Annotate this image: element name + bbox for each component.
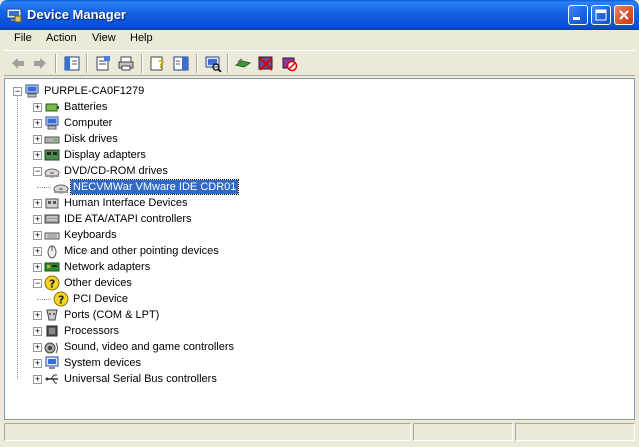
forward-arrow-icon[interactable] bbox=[31, 55, 49, 72]
usb-icon bbox=[45, 374, 58, 384]
unknown-device-icon: ? bbox=[44, 275, 60, 291]
minimize-icon bbox=[573, 17, 580, 20]
toolbar-separator bbox=[196, 54, 198, 73]
tree-item-label[interactable]: Computer bbox=[62, 116, 114, 130]
expand-icon[interactable]: + bbox=[33, 199, 42, 208]
tree-connector bbox=[37, 299, 51, 300]
expand-icon[interactable]: + bbox=[33, 311, 42, 320]
tree-item-label[interactable]: Keyboards bbox=[62, 228, 119, 242]
system-device-icon bbox=[45, 356, 59, 369]
menu-view[interactable]: View bbox=[92, 32, 116, 44]
tree-item-label[interactable]: Processors bbox=[62, 324, 121, 338]
show-hide-console-tree-icon[interactable] bbox=[63, 55, 81, 72]
tree-item-label[interactable]: Batteries bbox=[62, 100, 109, 114]
print-icon[interactable] bbox=[117, 55, 135, 72]
expand-icon[interactable]: + bbox=[33, 215, 42, 224]
keyboard-icon bbox=[44, 232, 60, 240]
sound-icon bbox=[44, 342, 58, 354]
tree-item-label[interactable]: PCI Device bbox=[71, 292, 130, 306]
device-manager-window: Device Manager File Action View Help ? −… bbox=[0, 0, 639, 447]
device-tree-view[interactable]: − PURPLE-CA0F1279 + Batteries + Computer + Disk… bbox=[4, 78, 635, 420]
cdrom-icon bbox=[53, 184, 69, 194]
ide-controller-icon bbox=[44, 214, 60, 224]
computer-icon bbox=[45, 116, 59, 130]
menu-file[interactable]: File bbox=[14, 32, 32, 44]
tree-item-label[interactable]: System devices bbox=[62, 356, 143, 370]
expand-icon[interactable]: + bbox=[33, 135, 42, 144]
properties-icon[interactable] bbox=[94, 55, 112, 72]
tree-item-label[interactable]: Display adapters bbox=[62, 148, 148, 162]
toolbar-separator bbox=[86, 54, 88, 73]
menu-help[interactable]: Help bbox=[130, 32, 153, 44]
expand-icon[interactable]: + bbox=[33, 343, 42, 352]
back-arrow-icon[interactable] bbox=[9, 55, 27, 72]
scan-hardware-changes-icon[interactable] bbox=[204, 55, 222, 72]
battery-icon bbox=[45, 103, 59, 112]
minimize-button[interactable] bbox=[568, 5, 588, 25]
network-adapter-icon bbox=[44, 262, 60, 272]
collapse-icon[interactable]: − bbox=[33, 167, 42, 176]
expand-icon[interactable]: + bbox=[33, 327, 42, 336]
expand-icon[interactable]: + bbox=[33, 231, 42, 240]
tree-item-label[interactable]: Human Interface Devices bbox=[62, 196, 190, 210]
expand-icon[interactable]: + bbox=[33, 247, 42, 256]
processor-icon bbox=[46, 325, 58, 337]
expand-icon[interactable]: + bbox=[33, 119, 42, 128]
svg-text:?: ? bbox=[58, 294, 64, 307]
help-icon[interactable]: ? bbox=[149, 55, 167, 72]
expand-icon[interactable]: + bbox=[33, 375, 42, 384]
tree-item-label[interactable]: Disk drives bbox=[62, 132, 120, 146]
expand-icon[interactable]: + bbox=[33, 151, 42, 160]
uninstall-icon[interactable] bbox=[257, 55, 275, 72]
update-driver-icon[interactable] bbox=[234, 55, 252, 72]
computer-icon bbox=[25, 84, 39, 98]
cdrom-icon bbox=[44, 168, 60, 178]
tree-item-label[interactable]: Other devices bbox=[62, 276, 134, 290]
svg-text:?: ? bbox=[49, 278, 55, 291]
svg-text:?: ? bbox=[158, 58, 164, 71]
show-hide-action-pane-icon[interactable] bbox=[172, 55, 190, 72]
status-pane-main bbox=[4, 423, 411, 441]
tree-item-label[interactable]: Mice and other pointing devices bbox=[62, 244, 221, 258]
title-bar[interactable]: Device Manager bbox=[0, 0, 639, 30]
menu-bar: File Action View Help bbox=[4, 30, 635, 49]
status-pane-tertiary bbox=[515, 423, 635, 441]
expand-icon[interactable]: + bbox=[33, 103, 42, 112]
tree-item-label[interactable]: DVD/CD-ROM drives bbox=[62, 164, 170, 178]
tree-item-label[interactable]: Network adapters bbox=[62, 260, 152, 274]
window-title: Device Manager bbox=[27, 7, 126, 22]
tree-item-label[interactable]: Universal Serial Bus controllers bbox=[62, 372, 219, 386]
toolbar-separator bbox=[227, 54, 229, 73]
maximize-icon bbox=[595, 9, 607, 21]
status-pane-secondary bbox=[413, 423, 513, 441]
disk-drive-icon bbox=[44, 136, 60, 144]
menu-action[interactable]: Action bbox=[46, 32, 77, 44]
toolbar-separator bbox=[55, 54, 57, 73]
expand-icon[interactable]: + bbox=[33, 263, 42, 272]
display-adapter-icon bbox=[44, 149, 60, 161]
toolbar-separator bbox=[141, 54, 143, 73]
status-bar bbox=[4, 421, 635, 443]
toolbar: ? bbox=[4, 50, 635, 76]
unknown-device-icon: ? bbox=[53, 291, 69, 307]
close-button[interactable] bbox=[614, 5, 634, 25]
tree-item-label[interactable]: NECVMWar VMware IDE CDR01 bbox=[69, 179, 240, 195]
disable-device-icon[interactable] bbox=[280, 55, 298, 72]
close-icon bbox=[619, 10, 629, 20]
tree-connector bbox=[17, 95, 18, 379]
maximize-button[interactable] bbox=[591, 5, 611, 25]
tree-item-label[interactable]: PURPLE-CA0F1279 bbox=[42, 84, 146, 98]
tree-connector bbox=[37, 187, 51, 188]
tree-item-label[interactable]: Ports (COM & LPT) bbox=[62, 308, 161, 322]
tree-item-label[interactable]: Sound, video and game controllers bbox=[62, 340, 236, 354]
port-icon bbox=[46, 309, 58, 321]
mouse-icon bbox=[47, 245, 57, 259]
expand-icon[interactable]: + bbox=[33, 359, 42, 368]
hid-icon bbox=[45, 198, 59, 209]
device-manager-icon bbox=[6, 8, 22, 23]
collapse-icon[interactable]: − bbox=[33, 279, 42, 288]
tree-item-label[interactable]: IDE ATA/ATAPI controllers bbox=[62, 212, 194, 226]
